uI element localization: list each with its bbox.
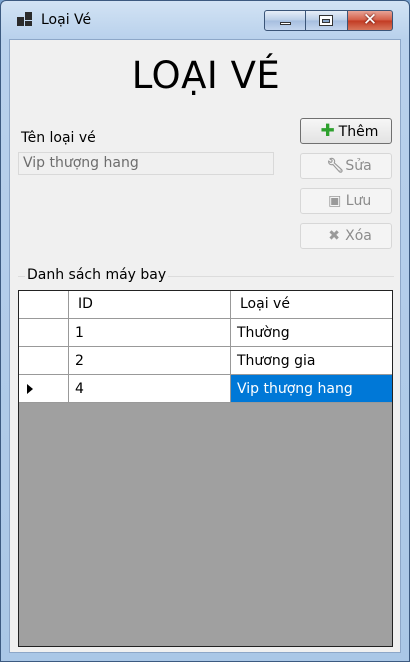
cell-id[interactable]: 1 xyxy=(69,319,231,347)
cell-id[interactable]: 2 xyxy=(69,347,231,375)
header-cell-loai-ve[interactable]: Loại vé xyxy=(231,291,392,319)
group-label: Danh sách máy bay xyxy=(25,267,169,283)
cell-loai-ve[interactable]: Thương gia xyxy=(231,347,392,375)
table-row[interactable]: 2 Thương gia xyxy=(19,347,392,375)
them-button-label: Thêm xyxy=(338,124,379,140)
wrench-icon: 🔧︎ xyxy=(326,158,345,174)
table-row[interactable]: 1 Thường xyxy=(19,319,392,347)
minimize-button[interactable] xyxy=(264,10,306,31)
maximize-button[interactable] xyxy=(306,10,348,31)
app-window: Loại Vé ✕ LOẠI VÉ Tên loại vé Vip thượng… xyxy=(0,0,410,662)
grid-empty-area xyxy=(19,403,392,646)
row-selector[interactable] xyxy=(19,347,69,375)
header-cell-selector[interactable] xyxy=(19,291,69,319)
cell-loai-ve[interactable]: Vip thượng hang xyxy=(231,375,392,403)
close-icon: ✕ xyxy=(362,10,378,30)
ten-loai-ve-label: Tên loại vé xyxy=(21,130,96,146)
minimize-icon xyxy=(280,22,291,25)
row-selector[interactable] xyxy=(19,319,69,347)
grid-header-row: ID Loại vé xyxy=(19,291,392,319)
xoa-button[interactable]: ✖ Xóa xyxy=(300,223,392,249)
save-icon: ▣ xyxy=(328,193,342,209)
luu-button[interactable]: ▣ Lưu xyxy=(300,188,392,214)
cell-loai-ve[interactable]: Thường xyxy=(231,319,392,347)
page-title: LOẠI VÉ xyxy=(131,54,281,97)
app-icon xyxy=(17,12,33,28)
data-grid[interactable]: ID Loại vé 1 Thường 2 Thương gia 4 Vip t… xyxy=(18,290,393,647)
sua-button[interactable]: 🔧︎Sửa xyxy=(300,153,392,179)
row-selector[interactable] xyxy=(19,375,69,403)
xoa-button-label: Xóa xyxy=(345,228,372,244)
close-button[interactable]: ✕ xyxy=(348,10,393,31)
table-row-selected[interactable]: 4 Vip thượng hang xyxy=(19,375,392,403)
them-button[interactable]: ✚ Thêm xyxy=(300,118,392,144)
delete-icon: ✖ xyxy=(328,228,340,244)
header-cell-id[interactable]: ID xyxy=(69,291,231,319)
luu-button-label: Lưu xyxy=(345,193,372,209)
cell-id[interactable]: 4 xyxy=(69,375,231,403)
title-bar[interactable]: Loại Vé ✕ xyxy=(1,1,409,39)
plus-icon: ✚ xyxy=(320,121,335,141)
ten-loai-ve-input[interactable]: Vip thượng hang xyxy=(18,152,274,175)
sua-button-label: Sửa xyxy=(345,158,372,174)
maximize-icon xyxy=(319,15,333,26)
current-row-arrow-icon xyxy=(27,384,33,394)
window-title: Loại Vé xyxy=(41,12,92,28)
form-client-area: LOẠI VÉ Tên loại vé Vip thượng hang ✚ Thê… xyxy=(9,39,401,653)
